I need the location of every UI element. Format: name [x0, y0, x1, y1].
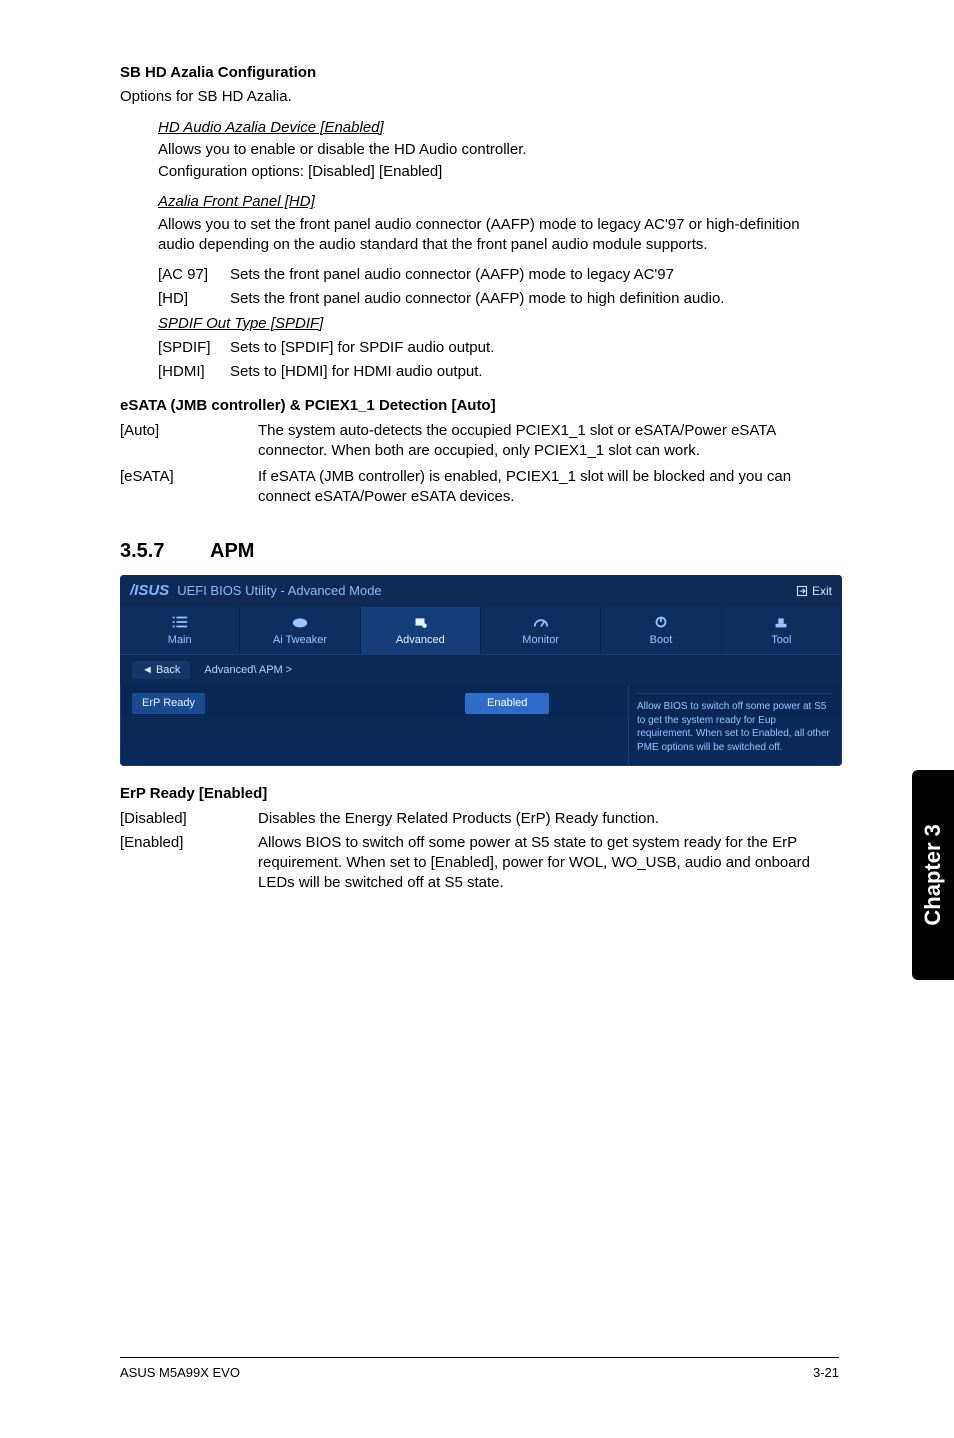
spdif-label: [SPDIF]: [158, 338, 230, 358]
bios-screenshot: /ISUS UEFI BIOS Utility - Advanced Mode …: [120, 575, 842, 767]
tab-monitor[interactable]: Monitor: [481, 607, 601, 654]
tab-advanced-label: Advanced: [396, 634, 445, 646]
tab-main-label: Main: [168, 634, 192, 646]
esata-auto-val: The system auto-detects the occupied PCI…: [258, 421, 839, 462]
hdmi-val: Sets to [HDMI] for HDMI audio output.: [230, 362, 839, 382]
hd-audio-heading: HD Audio Azalia Device [Enabled]: [158, 118, 839, 138]
tool-icon: [772, 615, 790, 629]
hd-audio-desc: Allows you to enable or disable the HD A…: [158, 140, 839, 160]
bios-back-label: Back: [156, 664, 180, 676]
bios-brand: /ISUS: [130, 581, 169, 601]
erp-en-val: Allows BIOS to switch off some power at …: [258, 833, 839, 894]
tab-main[interactable]: Main: [120, 607, 240, 654]
bios-back-button[interactable]: ◄ Back: [132, 661, 190, 680]
section-number: 3.5.7: [120, 538, 210, 565]
tab-tweaker[interactable]: Ai Tweaker: [240, 607, 360, 654]
tab-tool[interactable]: Tool: [722, 607, 842, 654]
bios-exit-button[interactable]: Exit: [796, 583, 832, 599]
bios-crumb-path: Advanced\ APM >: [204, 663, 292, 678]
front-panel-desc: Allows you to set the front panel audio …: [158, 215, 839, 256]
back-arrow-icon: ◄: [142, 664, 156, 676]
tab-advanced[interactable]: Advanced: [361, 607, 481, 654]
section-heading: 3.5.7APM: [120, 538, 839, 565]
tab-tool-label: Tool: [771, 634, 791, 646]
tab-monitor-label: Monitor: [522, 634, 559, 646]
cloud-icon: [291, 615, 309, 629]
chapter-side-tab: Chapter 3: [912, 770, 954, 980]
sbhd-options-for: Options for SB HD Azalia.: [120, 87, 839, 107]
spdif-val: Sets to [SPDIF] for SPDIF audio output.: [230, 338, 839, 358]
list-icon: [171, 615, 189, 629]
section-title: APM: [210, 540, 254, 562]
bios-breadcrumb: ◄ Back Advanced\ APM >: [120, 654, 842, 686]
erp-dis-label: [Disabled]: [120, 809, 258, 829]
sbhd-title: SB HD Azalia Configuration: [120, 63, 839, 83]
tab-boot-label: Boot: [650, 634, 673, 646]
hd-audio-cfg: Configuration options: [Disabled] [Enabl…: [158, 162, 839, 182]
esata-esata-label: [eSATA]: [120, 467, 258, 508]
bios-help-text: Allow BIOS to switch off some power at S…: [637, 701, 830, 753]
bios-setting-value[interactable]: Enabled: [465, 693, 549, 714]
erp-title: ErP Ready [Enabled]: [120, 784, 839, 804]
chapter-side-label: Chapter 3: [918, 824, 948, 925]
hd-val: Sets the front panel audio connector (AA…: [230, 289, 839, 309]
spdif-heading: SPDIF Out Type [SPDIF]: [158, 314, 839, 334]
ac97-val: Sets the front panel audio connector (AA…: [230, 265, 839, 285]
esata-esata-val: If eSATA (JMB controller) is enabled, PC…: [258, 467, 839, 508]
ac97-label: [AC 97]: [158, 265, 230, 285]
esata-title: eSATA (JMB controller) & PCIEX1_1 Detect…: [120, 396, 839, 416]
power-icon: [652, 615, 670, 629]
exit-icon: [796, 585, 808, 597]
bios-exit-label: Exit: [812, 583, 832, 599]
tab-boot[interactable]: Boot: [601, 607, 721, 654]
footer-right: 3-21: [813, 1364, 839, 1382]
bios-titlebar: /ISUS UEFI BIOS Utility - Advanced Mode …: [120, 575, 842, 607]
hd-label: [HD]: [158, 289, 230, 309]
footer-left: ASUS M5A99X EVO: [120, 1364, 240, 1382]
bios-tabs: Main Ai Tweaker Advanced Monitor Boot To…: [120, 607, 842, 654]
bios-title-text: UEFI BIOS Utility - Advanced Mode: [177, 582, 381, 600]
front-panel-heading: Azalia Front Panel [HD]: [158, 192, 839, 212]
bios-help-panel: Allow BIOS to switch off some power at S…: [628, 685, 842, 766]
hdmi-label: [HDMI]: [158, 362, 230, 382]
page-footer: ASUS M5A99X EVO 3-21: [120, 1357, 839, 1382]
bios-setting-label: ErP Ready: [132, 693, 205, 714]
erp-dis-val: Disables the Energy Related Products (Er…: [258, 809, 839, 829]
erp-en-label: [Enabled]: [120, 833, 258, 894]
esata-auto-label: [Auto]: [120, 421, 258, 462]
bios-setting-row[interactable]: ErP Ready Enabled: [132, 693, 616, 714]
tab-tweaker-label: Ai Tweaker: [273, 634, 327, 646]
chip-icon: [411, 615, 429, 629]
gauge-icon: [532, 615, 550, 629]
